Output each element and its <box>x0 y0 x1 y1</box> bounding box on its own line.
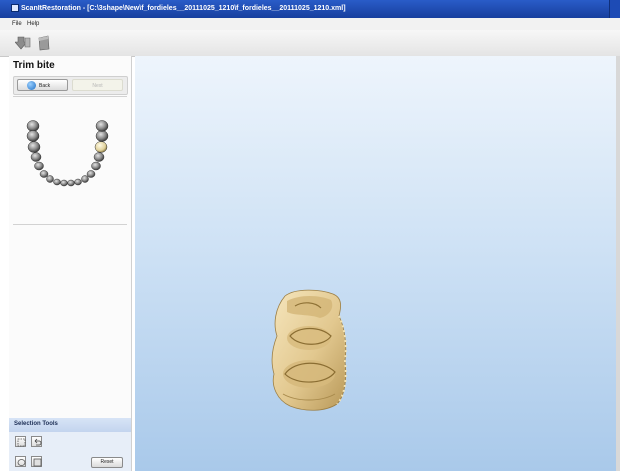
tooth-icon[interactable] <box>26 130 40 142</box>
panel-title: Trim bite <box>13 60 55 71</box>
back-button-label: Back <box>39 83 51 89</box>
lasso-select-button[interactable] <box>15 456 26 467</box>
tooth-icon[interactable] <box>46 175 54 183</box>
deselect-button[interactable] <box>31 456 42 467</box>
tooth-icon[interactable] <box>95 130 109 142</box>
tooth-icon[interactable] <box>30 152 42 162</box>
menu-file[interactable]: File <box>12 18 22 30</box>
window-control-button[interactable] <box>609 0 620 18</box>
selection-tools-header: Selection Tools <box>9 418 131 432</box>
select-area-button[interactable] <box>15 436 26 447</box>
next-button[interactable]: Next <box>72 79 123 91</box>
divider <box>13 224 127 225</box>
select-area-icon <box>17 438 26 447</box>
deselect-icon <box>33 458 42 467</box>
tooth-icon[interactable] <box>86 170 96 178</box>
tooth-icon[interactable] <box>93 152 105 162</box>
selection-tools-title: Selection Tools <box>14 421 58 427</box>
menu-bar: File Help <box>0 18 620 30</box>
toolbar <box>0 30 620 57</box>
tooth-chart[interactable] <box>19 118 119 200</box>
app-icon <box>11 4 19 12</box>
menu-help[interactable]: Help <box>27 18 39 30</box>
window-title: ScanItRestoration - [C:\3shape\New\f_for… <box>21 5 346 12</box>
tooth-icon[interactable] <box>60 179 68 187</box>
undo-icon <box>34 438 42 446</box>
back-button[interactable]: Back <box>17 79 68 91</box>
left-panel: Trim bite Back Next <box>9 56 132 471</box>
tooth-icon[interactable] <box>74 178 82 186</box>
tooth-icon[interactable] <box>39 170 49 178</box>
tooth-icon[interactable] <box>26 120 40 132</box>
tooth-icon[interactable] <box>53 178 61 186</box>
tooth-icon[interactable] <box>27 141 41 153</box>
undo-selection-button[interactable] <box>31 436 42 447</box>
tooth-icon-selected[interactable] <box>94 141 108 153</box>
tooth-icon[interactable] <box>91 161 101 171</box>
bite-model[interactable] <box>265 286 360 416</box>
selection-tools-panel: Selection Tools Reset <box>9 418 131 471</box>
back-arrow-icon <box>27 81 36 90</box>
reset-button[interactable]: Reset <box>91 457 123 468</box>
vertical-scrollbar[interactable] <box>616 56 620 471</box>
export-icon[interactable] <box>36 35 52 51</box>
tooth-icon[interactable] <box>67 179 75 187</box>
title-bar: ScanItRestoration - [C:\3shape\New\f_for… <box>0 0 620 18</box>
divider <box>13 96 127 97</box>
tooth-icon[interactable] <box>34 161 44 171</box>
lasso-icon <box>17 459 26 466</box>
import-icon[interactable] <box>15 35 31 51</box>
wizard-nav: Back Next <box>13 76 128 95</box>
tooth-icon[interactable] <box>81 175 89 183</box>
3d-viewport[interactable] <box>135 56 620 471</box>
tooth-icon[interactable] <box>95 120 109 132</box>
